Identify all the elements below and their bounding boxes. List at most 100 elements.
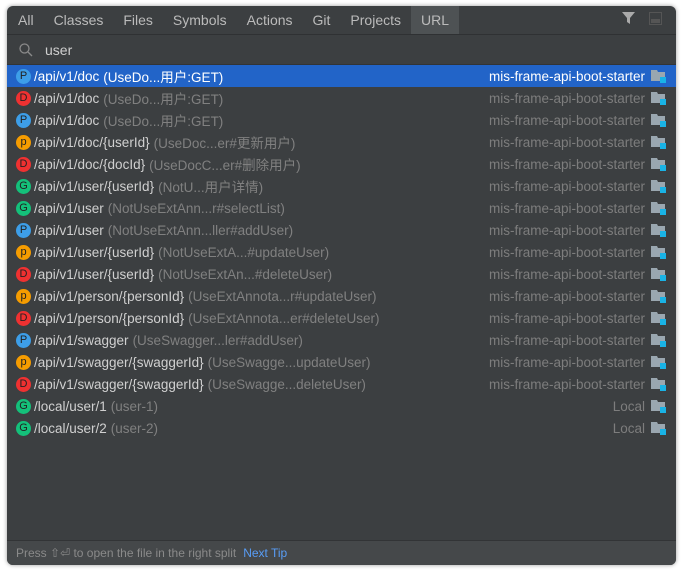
http-method-badge-icon: p — [16, 244, 31, 260]
module-folder-icon — [651, 311, 666, 325]
list-item[interactable]: D /api/v1/doc (UseDo...用户:GET) mis-frame… — [7, 87, 676, 109]
tab-all[interactable]: All — [7, 6, 44, 34]
list-item[interactable]: G /local/user/2 (user-2) Local — [7, 417, 676, 439]
module-name: mis-frame-api-boot-starter — [488, 134, 645, 150]
list-item[interactable]: P /api/v1/doc (UseDo...用户:GET) mis-frame… — [7, 65, 676, 87]
footer: Press ⇧⏎ to open the file in the right s… — [7, 540, 676, 565]
url-path: /api/v1/user/{userId} — [34, 244, 155, 260]
module-name: mis-frame-api-boot-starter — [488, 156, 645, 172]
method-description: (UseSwagger...ler#addUser) — [132, 332, 303, 348]
module-folder-icon — [651, 91, 666, 105]
module-folder-icon — [651, 157, 666, 171]
module-folder-icon — [651, 201, 666, 215]
tab-url[interactable]: URL — [411, 6, 460, 34]
module-name: Local — [612, 398, 645, 414]
url-path: /api/v1/swagger — [34, 332, 129, 348]
list-item[interactable]: p /api/v1/swagger/{swaggerId} (UseSwagge… — [7, 351, 676, 373]
module-folder-icon — [651, 267, 666, 281]
url-path: /local/user/2 — [34, 420, 107, 436]
http-method-badge-icon: p — [16, 288, 31, 304]
results-list: P /api/v1/doc (UseDo...用户:GET) mis-frame… — [7, 65, 676, 541]
tab-git[interactable]: Git — [303, 6, 341, 34]
module-name: mis-frame-api-boot-starter — [488, 112, 645, 128]
url-path: /api/v1/person/{personId} — [34, 310, 185, 326]
list-item[interactable]: P /api/v1/swagger (UseSwagger...ler#addU… — [7, 329, 676, 351]
http-method-badge-icon: G — [16, 200, 31, 216]
tab-projects[interactable]: Projects — [340, 6, 411, 34]
method-description: (UseDocC...er#删除用户) — [149, 158, 301, 173]
module-folder-icon — [651, 223, 666, 237]
module-folder-icon — [651, 421, 666, 435]
method-description: (NotUseExtA...#updateUser) — [158, 244, 330, 260]
http-method-badge-icon: G — [16, 420, 31, 436]
http-method-badge-icon: P — [16, 68, 31, 84]
url-path: /api/v1/user — [34, 200, 104, 216]
http-method-badge-icon: D — [16, 90, 31, 106]
module-folder-icon — [651, 289, 666, 303]
http-method-badge-icon: p — [16, 134, 31, 150]
url-path: /api/v1/doc — [34, 112, 100, 128]
list-item[interactable]: G /api/v1/user/{userId} (NotU...用户详情) mi… — [7, 175, 676, 197]
module-folder-icon — [651, 355, 666, 369]
method-description: (NotUseExtAn...#deleteUser) — [158, 266, 333, 282]
list-item[interactable]: D /api/v1/person/{personId} (UseExtAnnot… — [7, 307, 676, 329]
list-item[interactable]: G /api/v1/user (NotUseExtAnn...r#selectL… — [7, 197, 676, 219]
http-method-badge-icon: D — [16, 310, 31, 326]
method-description: (UseDo...用户:GET) — [103, 70, 224, 85]
url-path: /api/v1/user/{userId} — [34, 266, 155, 282]
module-folder-icon — [651, 135, 666, 149]
next-tip-link[interactable]: Next Tip — [243, 546, 287, 560]
module-name: mis-frame-api-boot-starter — [488, 354, 645, 370]
module-name: mis-frame-api-boot-starter — [488, 266, 645, 282]
tab-symbols[interactable]: Symbols — [163, 6, 237, 34]
url-path: /api/v1/doc/{docId} — [34, 156, 146, 172]
module-name: mis-frame-api-boot-starter — [488, 90, 645, 106]
module-name: Local — [612, 420, 645, 436]
url-path: /api/v1/person/{personId} — [34, 288, 185, 304]
url-path: /api/v1/swagger/{swaggerId} — [34, 354, 204, 370]
module-name: mis-frame-api-boot-starter — [488, 68, 645, 84]
open-in-window-icon[interactable] — [649, 12, 662, 25]
http-method-badge-icon: D — [16, 376, 31, 392]
module-name: mis-frame-api-boot-starter — [488, 332, 645, 348]
http-method-badge-icon: P — [16, 222, 31, 238]
http-method-badge-icon: P — [16, 332, 31, 348]
filter-icon[interactable] — [622, 12, 635, 25]
module-folder-icon — [651, 179, 666, 193]
list-item[interactable]: D /api/v1/swagger/{swaggerId} (UseSwagge… — [7, 373, 676, 395]
list-item[interactable]: G /local/user/1 (user-1) Local — [7, 395, 676, 417]
module-name: mis-frame-api-boot-starter — [488, 244, 645, 260]
list-item[interactable]: P /api/v1/doc (UseDo...用户:GET) mis-frame… — [7, 109, 676, 131]
module-name: mis-frame-api-boot-starter — [488, 310, 645, 326]
list-item[interactable]: D /api/v1/user/{userId} (NotUseExtAn...#… — [7, 263, 676, 285]
url-path: /api/v1/user — [34, 222, 104, 238]
module-folder-icon — [651, 69, 666, 83]
method-description: (NotUseExtAnn...ller#addUser) — [107, 222, 294, 238]
module-folder-icon — [651, 245, 666, 259]
list-item[interactable]: p /api/v1/doc/{userId} (UseDoc...er#更新用户… — [7, 131, 676, 153]
list-item[interactable]: p /api/v1/person/{personId} (UseExtAnnot… — [7, 285, 676, 307]
http-method-badge-icon: D — [16, 156, 31, 172]
method-description: (user-1) — [110, 398, 159, 414]
tab-classes[interactable]: Classes — [44, 6, 114, 34]
method-description: (NotU...用户详情) — [158, 180, 264, 195]
tab-files[interactable]: Files — [113, 6, 163, 34]
module-folder-icon — [651, 399, 666, 413]
module-name: mis-frame-api-boot-starter — [488, 288, 645, 304]
method-description: (UseDo...用户:GET) — [103, 114, 224, 129]
http-method-badge-icon: p — [16, 354, 31, 370]
url-path: /api/v1/doc/{userId} — [34, 134, 150, 150]
tab-actions[interactable]: Actions — [237, 6, 303, 34]
method-description: (UseExtAnnota...r#updateUser) — [188, 288, 377, 304]
list-item[interactable]: D /api/v1/doc/{docId} (UseDocC...er#删除用户… — [7, 153, 676, 175]
method-description: (user-2) — [110, 420, 159, 436]
search-bar — [7, 35, 676, 65]
http-method-badge-icon: D — [16, 266, 31, 282]
module-folder-icon — [651, 377, 666, 391]
search-input[interactable] — [43, 40, 547, 59]
module-name: mis-frame-api-boot-starter — [488, 200, 645, 216]
list-item[interactable]: P /api/v1/user (NotUseExtAnn...ller#addU… — [7, 219, 676, 241]
url-path: /api/v1/doc — [34, 68, 100, 84]
module-name: mis-frame-api-boot-starter — [488, 376, 645, 392]
list-item[interactable]: p /api/v1/user/{userId} (NotUseExtA...#u… — [7, 241, 676, 263]
